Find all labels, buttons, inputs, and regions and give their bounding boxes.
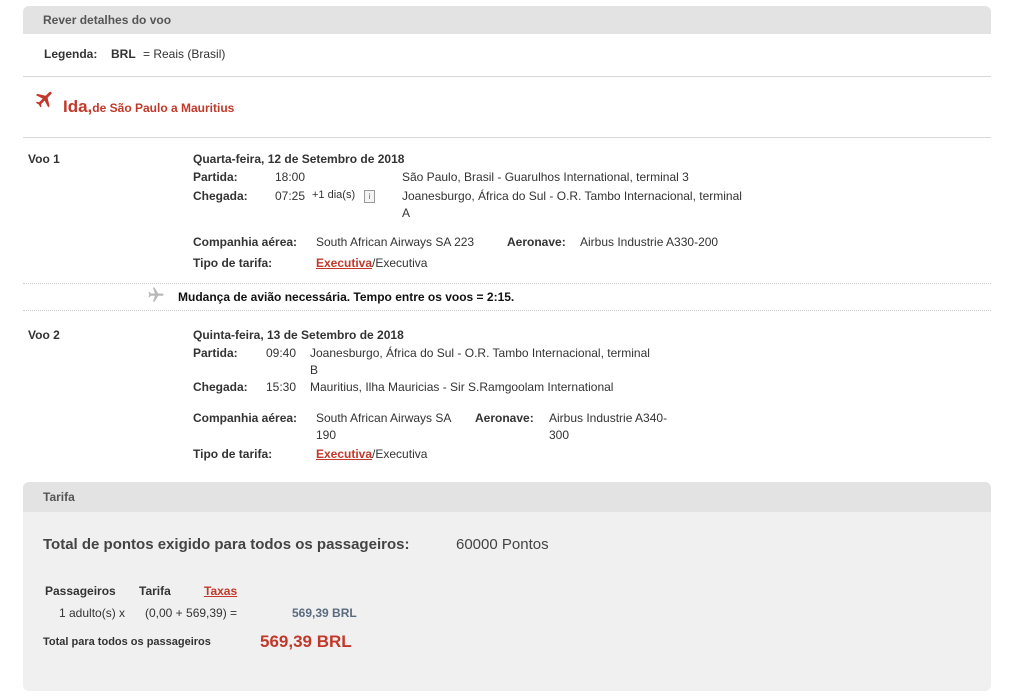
fare-type-label: Tipo de tarifa:	[193, 447, 273, 461]
airplane-icon	[146, 286, 166, 304]
review-panel-title: Rever detalhes do voo	[43, 13, 172, 27]
arrival-time: 07:25	[275, 189, 306, 203]
airplane-icon	[34, 88, 56, 110]
column-header-passengers: Passageiros	[45, 584, 116, 598]
airline-value: South African Airways SA	[316, 411, 452, 425]
airline-label: Companhia aérea:	[193, 235, 298, 249]
fare-panel: Tarifa Total de pontos exigido para todo…	[23, 482, 991, 691]
aircraft-value: Airbus Industrie A340-	[549, 411, 668, 425]
legend-label: Legenda:	[44, 47, 98, 61]
arrival-place: Joanesburgo, África do Sul - O.R. Tambo …	[402, 189, 742, 203]
departure-time: 18:00	[275, 170, 306, 184]
fare-type: Executiva/Executiva	[316, 447, 427, 461]
passenger-total: 569,39 BRL	[292, 606, 357, 620]
trip-heading: Ida,de São Paulo a Mauritius	[63, 97, 234, 117]
divider	[23, 310, 991, 311]
flight-date: Quarta-feira, 12 de Setembro de 2018	[193, 152, 405, 166]
grand-total-label: Total para todos os passageiros	[43, 636, 211, 648]
arrival-place-continued: A	[402, 206, 411, 220]
fare-type-link[interactable]: Executiva	[316, 447, 372, 461]
arrival-label: Chegada:	[193, 380, 248, 394]
departure-time: 09:40	[266, 346, 297, 360]
departure-place-continued: B	[310, 363, 319, 377]
passenger-count: 1 adulto(s) x	[59, 606, 126, 620]
fare-panel-title: Tarifa	[43, 490, 75, 504]
airline-label: Companhia aérea:	[193, 411, 298, 425]
airline-value-continued: 190	[316, 428, 337, 442]
departure-label: Partida:	[193, 170, 238, 184]
arrival-time: 15:30	[266, 380, 297, 394]
divider	[23, 137, 991, 138]
connection-notice: Mudança de avião necessária. Tempo entre…	[178, 290, 515, 304]
grand-total-value: 569,39 BRL	[260, 632, 352, 651]
fare-type-label: Tipo de tarifa:	[193, 256, 273, 270]
flight-label: Voo 2	[28, 328, 60, 342]
aircraft-value-continued: 300	[549, 428, 570, 442]
arrival-offset: +1 dia(s)	[312, 189, 356, 201]
info-icon[interactable]: i	[364, 188, 375, 203]
legend-code: BRL	[111, 47, 136, 61]
column-header-taxes[interactable]: Taxas	[204, 584, 237, 598]
divider	[23, 76, 991, 77]
arrival-place: Mauritius, Ilha Mauricias - Sir S.Ramgoo…	[310, 380, 614, 394]
trip-subtitle: de São Paulo a Mauritius	[92, 101, 235, 115]
fare-calculation: (0,00 + 569,39) =	[145, 606, 238, 620]
divider	[23, 283, 991, 284]
fare-type-rest: /Executiva	[372, 447, 428, 461]
departure-place: Joanesburgo, África do Sul - O.R. Tambo …	[310, 346, 650, 360]
column-header-fare: Tarifa	[139, 584, 171, 598]
review-panel-header: Rever detalhes do voo	[23, 6, 991, 34]
fare-type-link[interactable]: Executiva	[316, 256, 372, 270]
trip-title: Ida,	[63, 97, 93, 116]
aircraft-label: Aeronave:	[475, 411, 534, 425]
total-points-label: Total de pontos exigido para todos os pa…	[43, 536, 410, 553]
arrival-label: Chegada:	[193, 189, 248, 203]
total-points-value: 60000 Pontos	[456, 536, 549, 553]
departure-label: Partida:	[193, 346, 238, 360]
departure-place: São Paulo, Brasil - Guarulhos Internatio…	[402, 170, 689, 184]
aircraft-label: Aeronave:	[507, 235, 566, 249]
flight-label: Voo 1	[28, 152, 60, 166]
fare-panel-header: Tarifa	[23, 482, 991, 512]
fare-type: Executiva/Executiva	[316, 256, 427, 270]
flight-date: Quinta-feira, 13 de Setembro de 2018	[193, 328, 404, 342]
fare-type-rest: /Executiva	[372, 256, 428, 270]
airline-value: South African Airways SA 223	[316, 235, 475, 249]
legend-description: = Reais (Brasil)	[143, 47, 226, 61]
aircraft-value: Airbus Industrie A330-200	[580, 235, 719, 249]
